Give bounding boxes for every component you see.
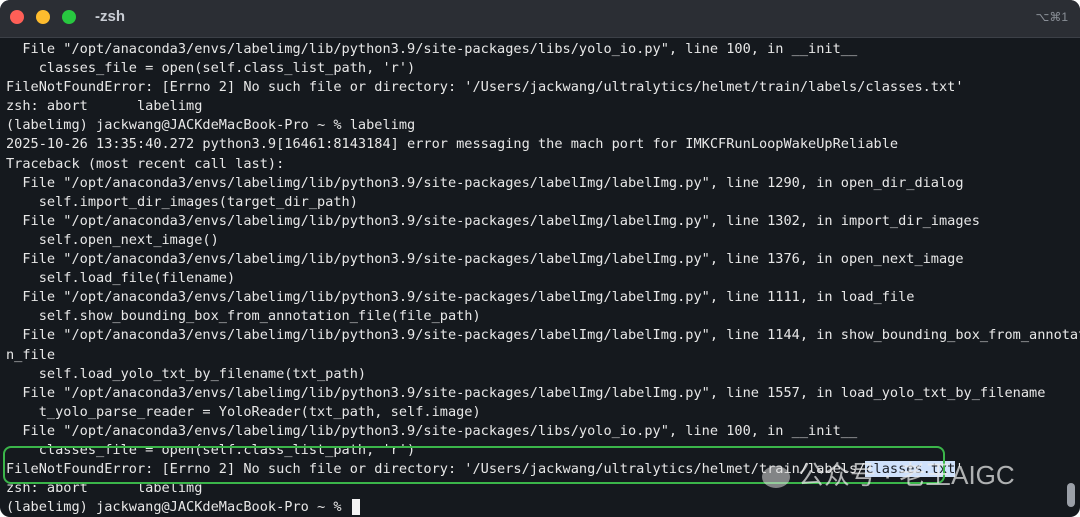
- terminal-line[interactable]: self.load_yolo_txt_by_filename(txt_path): [6, 365, 1054, 384]
- wechat-icon: [762, 466, 790, 489]
- zoom-button[interactable]: [62, 10, 76, 24]
- terminal-line[interactable]: File "/opt/anaconda3/envs/labelimg/lib/p…: [6, 174, 1054, 193]
- terminal-line[interactable]: classes_file = open(self.class_list_path…: [6, 59, 1054, 78]
- scrollbar[interactable]: [1067, 483, 1075, 507]
- terminal-line[interactable]: self.show_bounding_box_from_annotation_f…: [6, 307, 1054, 326]
- window-title: -zsh: [95, 8, 125, 25]
- watermark: 公众号 · 老王AIGC: [762, 455, 1015, 492]
- title-bar: -zsh ⌥⌘1: [0, 0, 1080, 38]
- terminal-line[interactable]: self.import_dir_images(target_dir_path): [6, 193, 1054, 212]
- terminal-line[interactable]: 2025-10-26 13:35:40.272 python3.9[16461:…: [6, 135, 1054, 154]
- terminal-line[interactable]: File "/opt/anaconda3/envs/labelimg/lib/p…: [6, 326, 1080, 345]
- terminal-line[interactable]: File "/opt/anaconda3/envs/labelimg/lib/p…: [6, 288, 1054, 307]
- terminal-line[interactable]: self.load_file(filename): [6, 269, 1054, 288]
- terminal-line[interactable]: Traceback (most recent call last):: [6, 155, 1054, 174]
- terminal-line[interactable]: n_file: [6, 346, 1054, 365]
- close-button[interactable]: [10, 10, 24, 24]
- terminal-line[interactable]: File "/opt/anaconda3/envs/labelimg/lib/p…: [6, 212, 1054, 231]
- tab-shortcut: ⌥⌘1: [1035, 10, 1068, 24]
- terminal-line[interactable]: FileNotFoundError: [Errno 2] No such fil…: [6, 78, 1054, 97]
- terminal-line[interactable]: zsh: abort labelimg: [6, 97, 1054, 116]
- terminal-line[interactable]: File "/opt/anaconda3/envs/labelimg/lib/p…: [6, 250, 1054, 269]
- prompt-text: (labelimg) jackwang@JACKdeMacBook-Pro ~ …: [6, 499, 350, 516]
- terminal-line[interactable]: self.open_next_image(): [6, 231, 1054, 250]
- terminal-line[interactable]: t_yolo_parse_reader = YoloReader(txt_pat…: [6, 403, 1054, 422]
- terminal-line[interactable]: (labelimg) jackwang@JACKdeMacBook-Pro ~ …: [6, 116, 1054, 135]
- minimize-button[interactable]: [36, 10, 50, 24]
- text-cursor: [351, 499, 360, 516]
- terminal-line[interactable]: File "/opt/anaconda3/envs/labelimg/lib/p…: [6, 384, 1054, 403]
- terminal-window: -zsh ⌥⌘1 File "/opt/anaconda3/envs/label…: [0, 0, 1080, 517]
- terminal-line[interactable]: File "/opt/anaconda3/envs/labelimg/lib/p…: [6, 40, 1054, 59]
- terminal-line[interactable]: File "/opt/anaconda3/envs/labelimg/lib/p…: [6, 422, 1054, 441]
- prompt-line[interactable]: (labelimg) jackwang@JACKdeMacBook-Pro ~ …: [6, 498, 1054, 517]
